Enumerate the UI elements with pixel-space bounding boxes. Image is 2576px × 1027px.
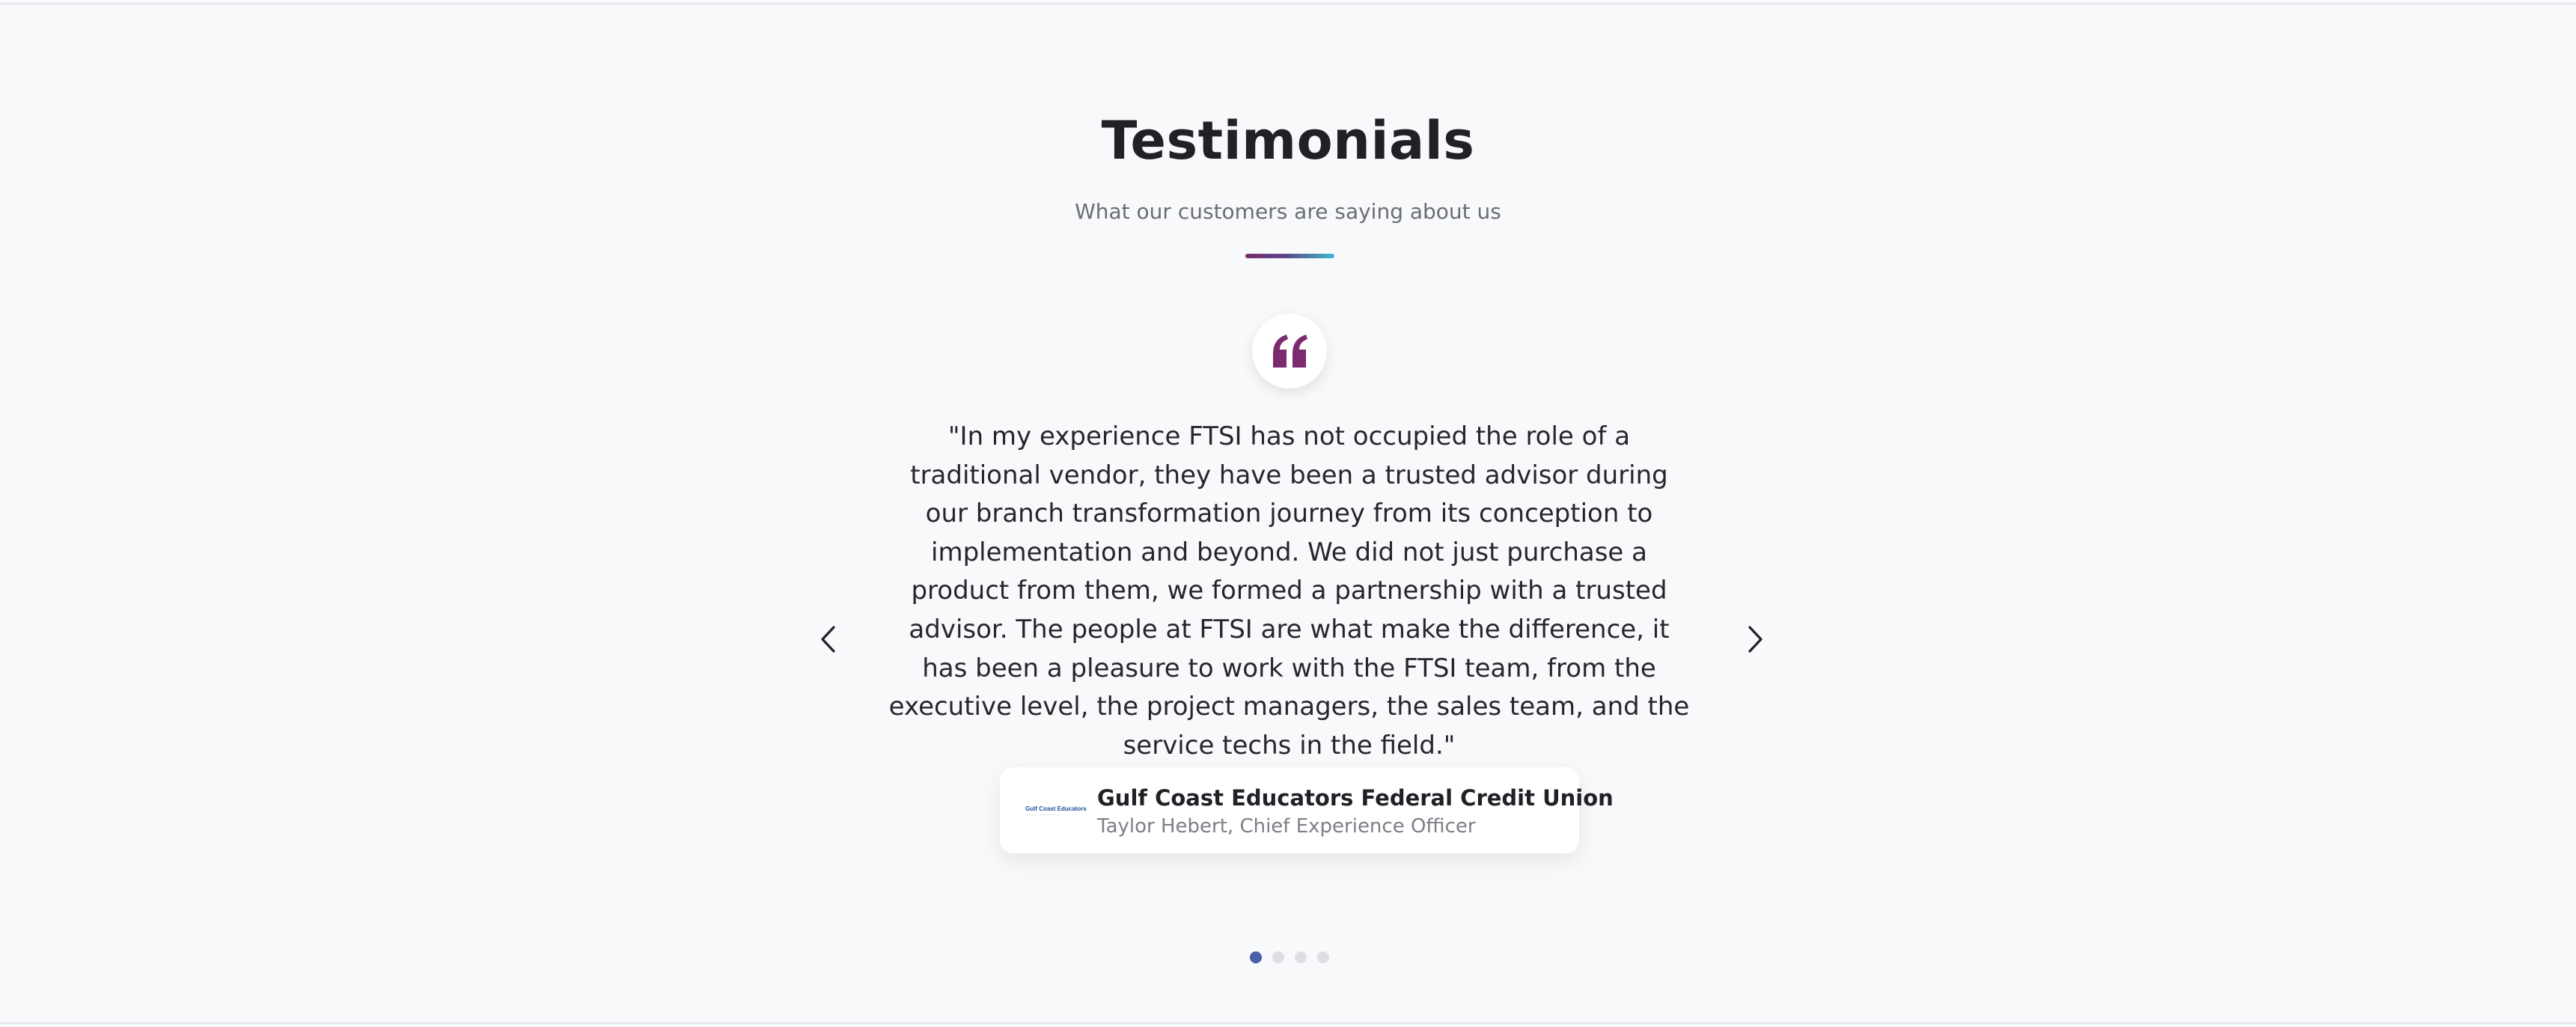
section-subtitle: What our customers are saying about us: [1075, 199, 1501, 224]
top-divider: [0, 3, 2576, 4]
pagination-dot-2[interactable]: [1272, 951, 1284, 963]
pagination-dot-1[interactable]: [1250, 951, 1262, 963]
organization-name: Gulf Coast Educators Federal Credit Unio…: [1097, 785, 1614, 811]
pagination-dot-3[interactable]: [1295, 951, 1307, 963]
quote-badge: [1252, 314, 1327, 388]
logo-name: Gulf Coast Educators: [1025, 805, 1087, 812]
chevron-right-icon: [1748, 626, 1762, 653]
logo-mark-icon: [1021, 805, 1024, 814]
pagination-dot-4[interactable]: [1317, 951, 1329, 963]
quote-icon: [1273, 335, 1307, 368]
title-accent-bar: [1245, 254, 1334, 258]
carousel-pagination: [1250, 951, 1329, 965]
chevron-left-icon: [821, 626, 835, 653]
testimonial-quote: "In my experience FTSI has not occupied …: [888, 421, 1690, 761]
previous-slide-button[interactable]: [810, 621, 847, 658]
next-slide-button[interactable]: [1736, 621, 1774, 658]
logo-subtext: FEDERAL CREDIT UNION: [1025, 812, 1087, 815]
section-title: Testimonials: [1101, 110, 1475, 171]
author-card: Gulf Coast Educators FEDERAL CREDIT UNIO…: [1000, 767, 1614, 853]
bottom-divider: [0, 1023, 2576, 1024]
organization-logo: Gulf Coast Educators FEDERAL CREDIT UNIO…: [1021, 800, 1087, 820]
author-name-title: Taylor Hebert, Chief Experience Officer: [1097, 815, 1476, 838]
